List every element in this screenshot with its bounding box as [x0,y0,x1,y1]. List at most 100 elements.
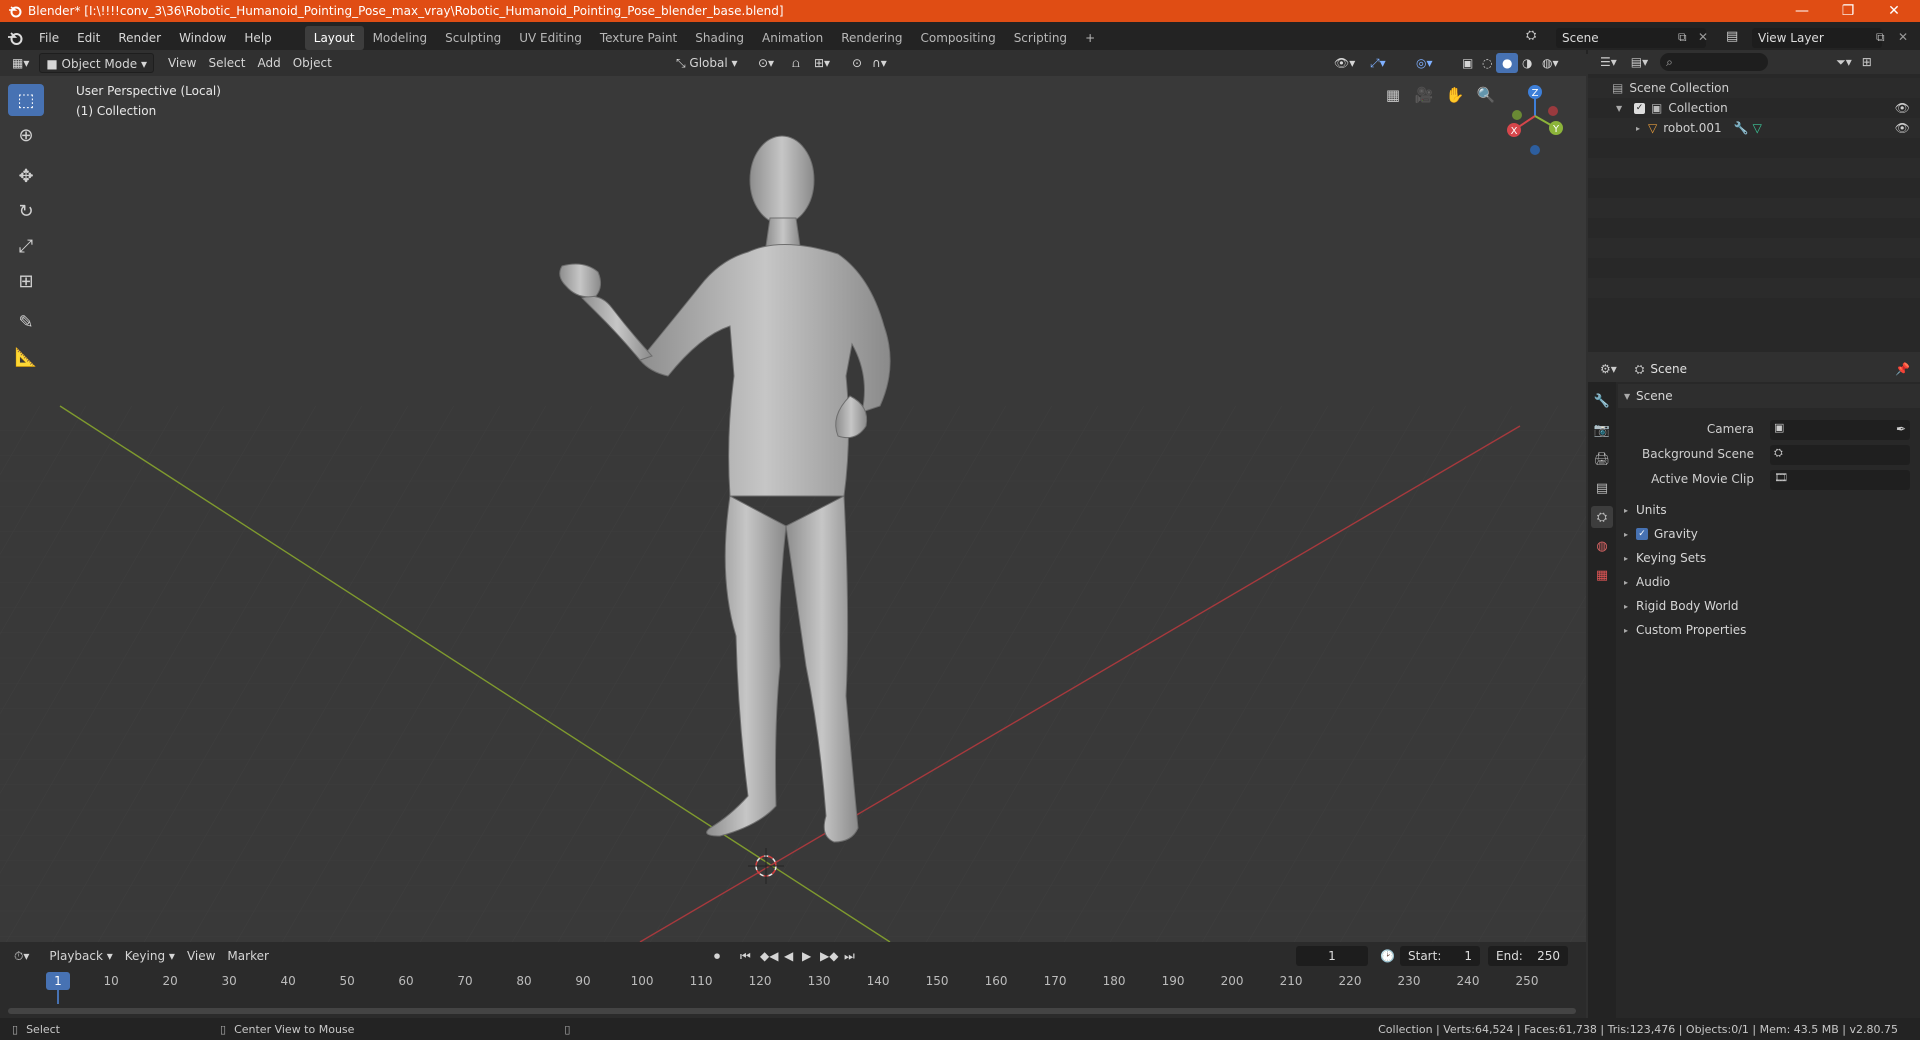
3d-viewport[interactable]: User Perspective (Local) (1) Collection … [0,76,1586,942]
mesh-data-icon[interactable]: ▽ [1753,121,1762,135]
gizmo-toggle-icon[interactable]: ⤢▾ [1364,53,1392,73]
pin-icon[interactable]: 📌 [1895,362,1910,376]
outliner-row-scene-collection[interactable]: ▤ Scene Collection [1588,78,1920,98]
collapse-arrow-icon[interactable]: ▼ [1624,392,1636,401]
gravity-checkbox[interactable]: ✓ [1636,528,1648,540]
gravity-panel[interactable]: ▸ ✓ Gravity [1618,522,1920,546]
delete-view-layer-icon[interactable]: ✕ [1898,30,1908,44]
keying-sets-panel[interactable]: ▸ Keying Sets [1618,546,1920,570]
scale-tool-icon[interactable]: ⤢ [8,230,44,262]
outliner-editor-icon[interactable]: ☰▾ [1600,55,1617,69]
menu-window[interactable]: Window [170,26,235,50]
current-frame-field[interactable]: 1 [1296,946,1368,966]
end-frame-field[interactable]: End: 250 [1488,946,1568,966]
timeline-editor-icon[interactable]: ⏱▾ [8,946,35,966]
add-workspace-icon[interactable]: + [1076,26,1104,50]
zoom-icon[interactable]: 🔍 [1473,82,1499,108]
restore-icon[interactable]: ❐ [1826,0,1870,22]
robot-visibility-eye-icon[interactable]: 👁 [1895,121,1910,135]
world-tab-icon[interactable]: ◍ [1591,535,1613,557]
view-layer-field[interactable]: View Layer [1752,28,1882,48]
outliner-search-input[interactable]: ⌕ [1660,53,1769,71]
background-scene-field[interactable]: ⛭ [1770,445,1910,465]
transform-tool-icon[interactable]: ⊞ [8,265,44,297]
texture-tab-icon[interactable]: ▦ [1591,564,1613,586]
tab-texture-paint[interactable]: Texture Paint [591,26,686,50]
grid-toggle-icon[interactable]: ▦ [1380,82,1406,108]
rigid-body-world-panel[interactable]: ▸ Rigid Body World [1618,594,1920,618]
output-tab-icon[interactable]: 🖨 [1591,448,1613,470]
current-frame-indicator[interactable]: 1 [46,972,70,990]
mode-dropdown[interactable]: ■ Object Mode ▾ [39,53,154,73]
timeline-menu-playback[interactable]: Playback ▾ [43,946,118,966]
editor-type-icon[interactable]: ▦▾ [6,53,35,73]
custom-properties-panel[interactable]: ▸ Custom Properties [1618,618,1920,642]
cursor-tool-icon[interactable]: ⊕ [8,119,44,151]
expand-arrow-icon[interactable]: ▼ [1616,104,1628,113]
annotate-tool-icon[interactable]: ✎ [8,306,44,338]
new-collection-icon[interactable]: ⊞ [1862,55,1872,69]
snap-icon[interactable]: ⩍ [786,53,806,73]
pan-hand-icon[interactable]: ✋ [1442,82,1468,108]
tab-layout[interactable]: Layout [304,26,364,50]
measure-tool-icon[interactable]: 📐 [8,341,44,373]
properties-editor-icon[interactable]: ⚙▾ [1600,362,1617,376]
viewport-menu-object[interactable]: Object [287,53,338,73]
minimize-icon[interactable]: — [1780,0,1824,22]
record-icon[interactable]: ⏺ [708,946,726,966]
timeline-menu-keying[interactable]: Keying ▾ [119,946,181,966]
units-panel[interactable]: ▸ Units [1618,498,1920,522]
scene-selector-icon[interactable]: ⛭ [1526,28,1536,43]
outliner-row-robot[interactable]: ▸ ▽ robot.001 🔧 ▽ 👁 [1588,118,1920,138]
tab-compositing[interactable]: Compositing [911,26,1004,50]
new-scene-icon[interactable]: ⧉ [1678,30,1687,45]
display-mode-icon[interactable]: ▤▾ [1631,55,1648,69]
modifier-wrench-icon[interactable]: 🔧 [1734,121,1749,135]
menu-help[interactable]: Help [235,26,280,50]
close-icon[interactable]: ✕ [1872,0,1916,22]
tool-tab-icon[interactable]: 🔧 [1591,390,1613,412]
scene-panel-header[interactable]: ▼ Scene [1618,384,1920,408]
viewport-menu-view[interactable]: View [162,53,202,73]
collection-visibility-eye-icon[interactable]: 👁 [1895,101,1910,115]
tab-shading[interactable]: Shading [686,26,753,50]
render-tab-icon[interactable]: 📷 [1591,419,1613,441]
viewport-menu-select[interactable]: Select [202,53,251,73]
filter-icon[interactable]: ⏷▾ [1836,55,1852,70]
menu-file[interactable]: File [30,26,68,50]
tab-sculpting[interactable]: Sculpting [436,26,510,50]
scene-tab-icon[interactable]: ⛭ [1591,506,1613,528]
tab-rendering[interactable]: Rendering [832,26,911,50]
outliner-row-collection[interactable]: ▼ ✓ ▣ Collection 👁 [1588,98,1920,118]
snap-target-icon[interactable]: ⊞▾ [808,53,836,73]
rendered-shading-icon[interactable]: ◍▾ [1536,53,1565,73]
camera-field[interactable]: ▣ ✒ [1770,420,1910,440]
timeline-menu-marker[interactable]: Marker [221,946,274,966]
tab-uv-editing[interactable]: UV Editing [510,26,591,50]
collection-checkbox[interactable]: ✓ [1634,102,1645,114]
auto-keying-clock-icon[interactable]: 🕑 [1374,946,1401,966]
navigation-gizmo[interactable]: Z X Y [1500,84,1570,164]
viewport-menu-add[interactable]: Add [251,53,286,73]
falloff-icon[interactable]: ∩▾ [866,53,893,73]
select-box-tool-icon[interactable]: ⬚ [8,84,44,116]
jump-end-icon[interactable]: ⏭ [838,946,861,966]
active-movie-clip-field[interactable]: 🎞 [1770,470,1910,490]
overlays-icon[interactable]: ◎▾ [1410,53,1439,73]
start-frame-field[interactable]: Start: 1 [1400,946,1480,966]
view-layer-icon[interactable]: ▤ [1726,29,1738,44]
tab-modeling[interactable]: Modeling [364,26,437,50]
menu-edit[interactable]: Edit [68,26,109,50]
new-view-layer-icon[interactable]: ⧉ [1876,30,1885,45]
pivot-icon[interactable]: ⊙▾ [752,53,780,73]
view-layer-tab-icon[interactable]: ▤ [1591,477,1613,499]
menu-render[interactable]: Render [109,26,170,50]
orientation-dropdown[interactable]: ⤡ Global ▾ [670,53,744,73]
tab-scripting[interactable]: Scripting [1005,26,1076,50]
move-tool-icon[interactable]: ✥ [8,160,44,192]
audio-panel[interactable]: ▸ Audio [1618,570,1920,594]
tab-animation[interactable]: Animation [753,26,832,50]
proportional-edit-icon[interactable]: ⊙ [846,53,868,73]
camera-view-icon[interactable]: 🎥 [1411,82,1437,108]
expand-arrow-icon[interactable]: ▸ [1636,124,1648,133]
